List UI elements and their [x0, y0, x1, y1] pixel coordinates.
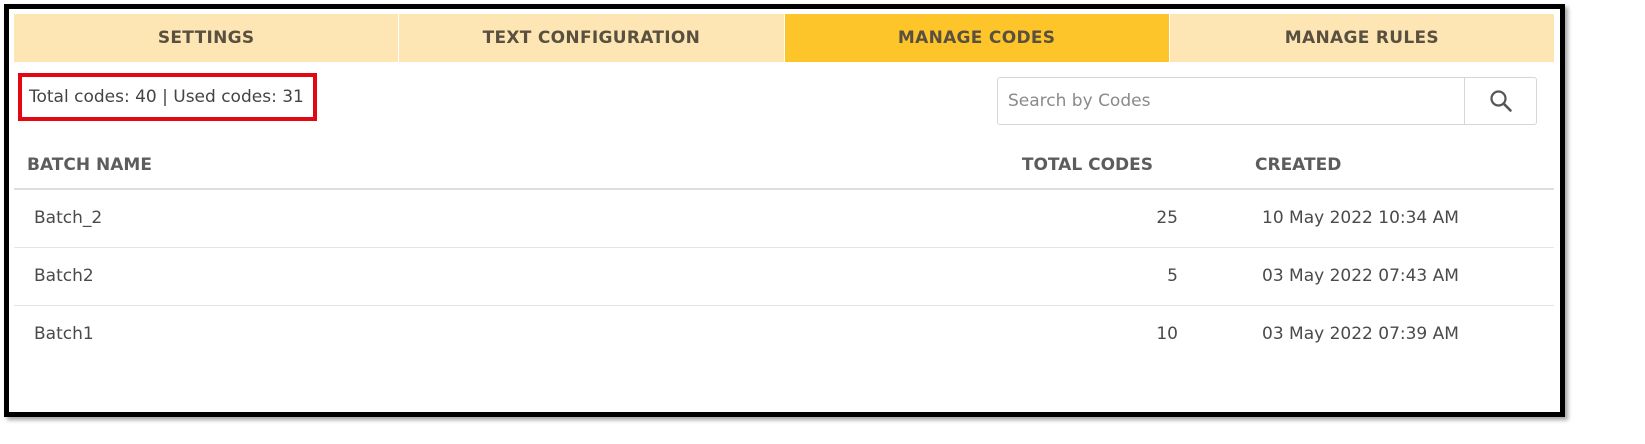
- tab-manage-codes[interactable]: MANAGE CODES: [784, 14, 1170, 62]
- app-frame: SETTINGS TEXT CONFIGURATION MANAGE CODES…: [4, 4, 1565, 417]
- total-codes-cell: 5: [1167, 266, 1178, 286]
- total-codes-cell: 10: [1156, 324, 1178, 344]
- table-row[interactable]: Batch_2 25 10 May 2022 10:34 AM: [14, 190, 1554, 248]
- created-cell: 03 May 2022 07:43 AM: [1262, 266, 1459, 286]
- table-header: BATCH NAME TOTAL CODES CREATED: [14, 142, 1554, 190]
- search-box: [997, 77, 1537, 125]
- batch-name-cell: Batch2: [34, 266, 94, 286]
- header-total-codes[interactable]: TOTAL CODES: [1022, 142, 1153, 188]
- codes-summary-text: Total codes: 40 | Used codes: 31: [29, 87, 304, 107]
- tab-text-configuration[interactable]: TEXT CONFIGURATION: [399, 14, 785, 62]
- table-row[interactable]: Batch2 5 03 May 2022 07:43 AM: [14, 248, 1554, 306]
- tab-manage-rules[interactable]: MANAGE RULES: [1169, 14, 1554, 62]
- search-button[interactable]: [1464, 78, 1536, 124]
- created-cell: 10 May 2022 10:34 AM: [1262, 208, 1459, 228]
- tab-settings[interactable]: SETTINGS: [14, 14, 400, 62]
- batch-name-cell: Batch1: [34, 324, 94, 344]
- batches-table: BATCH NAME TOTAL CODES CREATED Batch_2 2…: [14, 142, 1554, 363]
- table-row[interactable]: Batch1 10 03 May 2022 07:39 AM: [14, 306, 1554, 363]
- batch-name-cell: Batch_2: [34, 208, 103, 228]
- created-cell: 03 May 2022 07:39 AM: [1262, 324, 1459, 344]
- header-created[interactable]: CREATED: [1255, 142, 1341, 188]
- total-codes-cell: 25: [1156, 208, 1178, 228]
- header-batch-name[interactable]: BATCH NAME: [27, 142, 152, 188]
- search-icon: [1489, 90, 1512, 112]
- search-input[interactable]: [998, 78, 1464, 124]
- tab-bar: SETTINGS TEXT CONFIGURATION MANAGE CODES…: [14, 14, 1554, 62]
- codes-summary: Total codes: 40 | Used codes: 31: [18, 73, 317, 121]
